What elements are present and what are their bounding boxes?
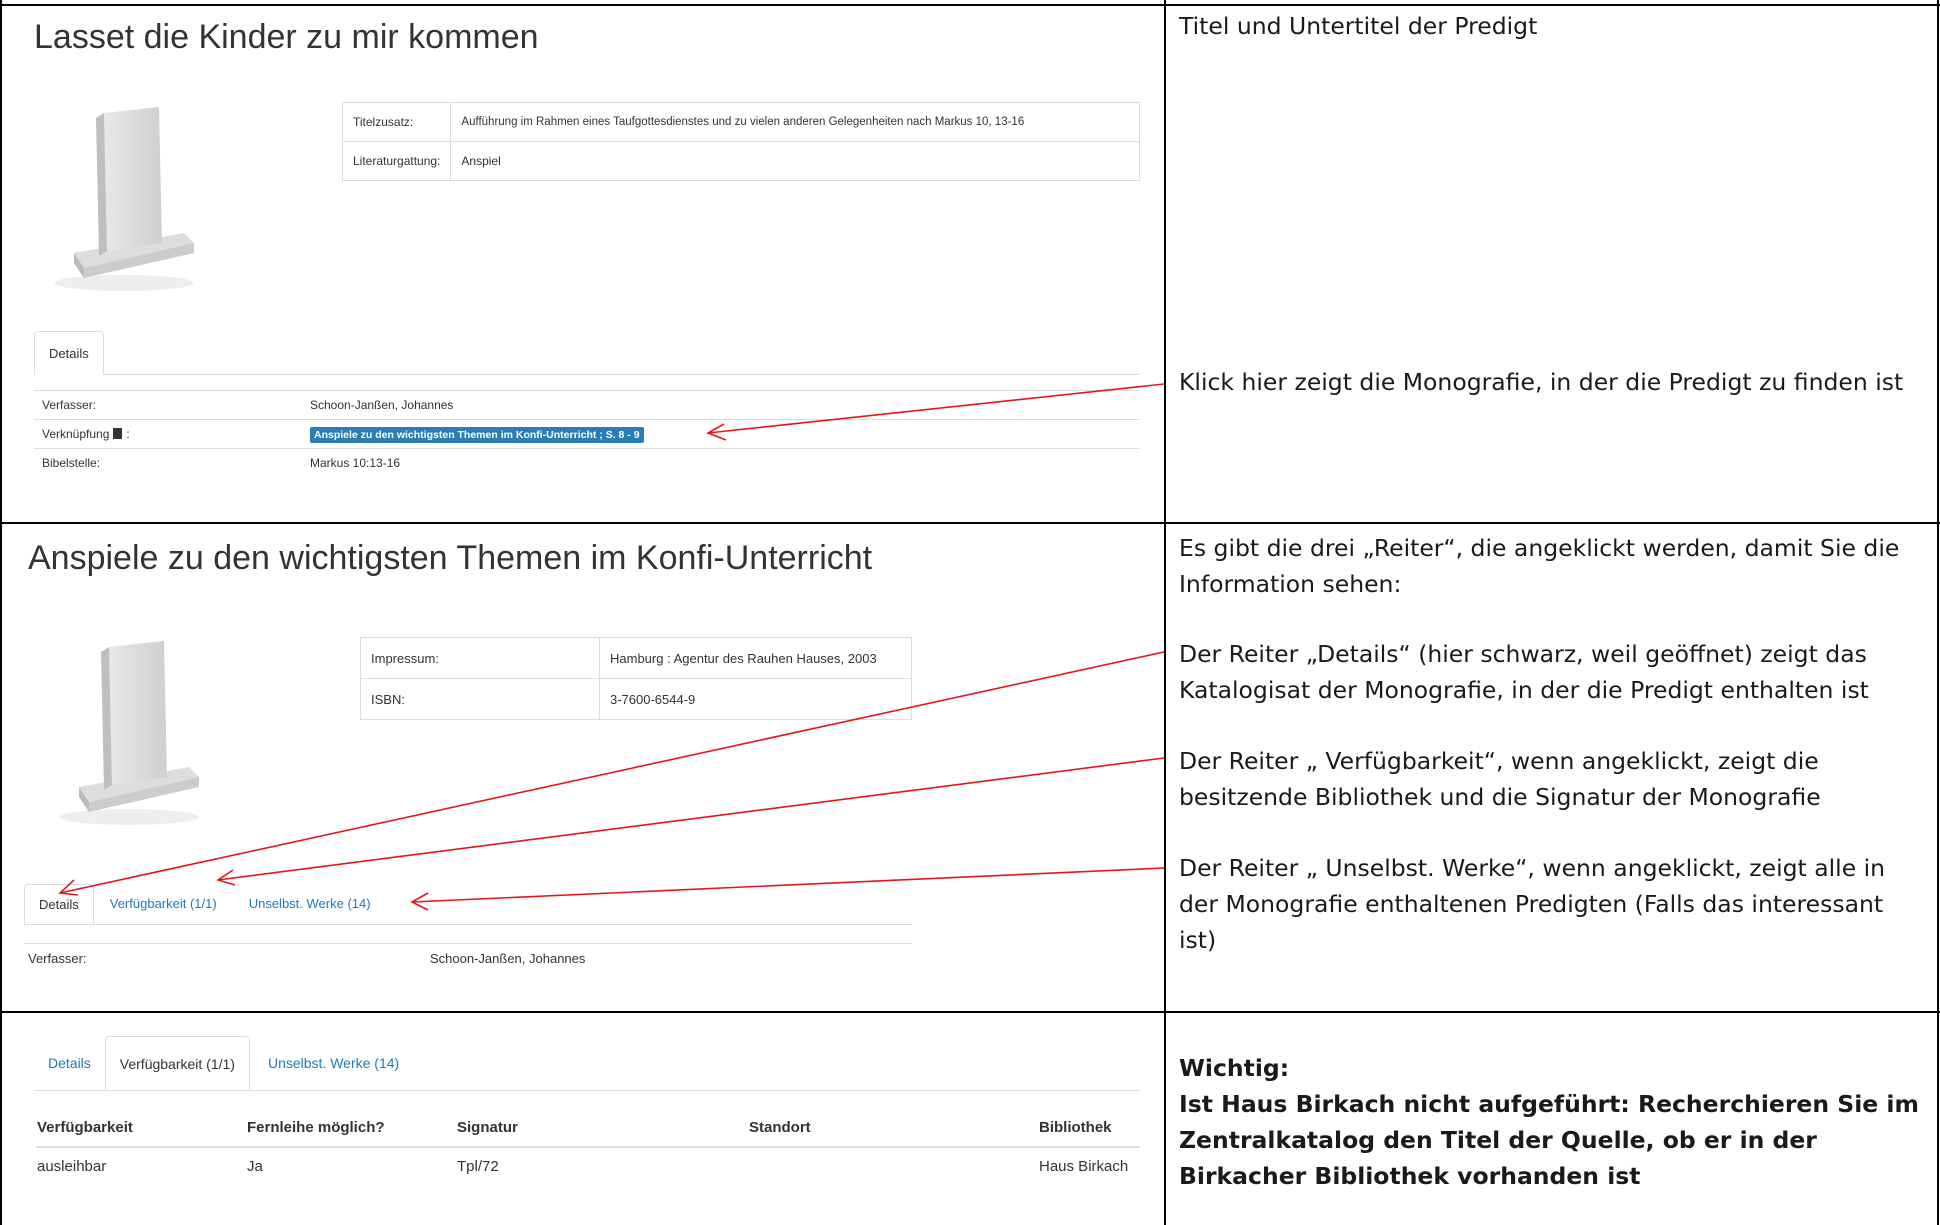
arrow-to-tab-unselbst-werke	[410, 867, 1165, 911]
arrow-to-tab-details	[58, 651, 1165, 896]
arrow-to-monograph-link	[706, 383, 1165, 441]
instruction-table: Lasset die Kinder zu mir kommen Titelzus…	[0, 0, 1940, 1225]
arrow-to-tab-verfuegbarkeit	[216, 757, 1165, 886]
annotation-arrows	[58, 383, 1165, 911]
